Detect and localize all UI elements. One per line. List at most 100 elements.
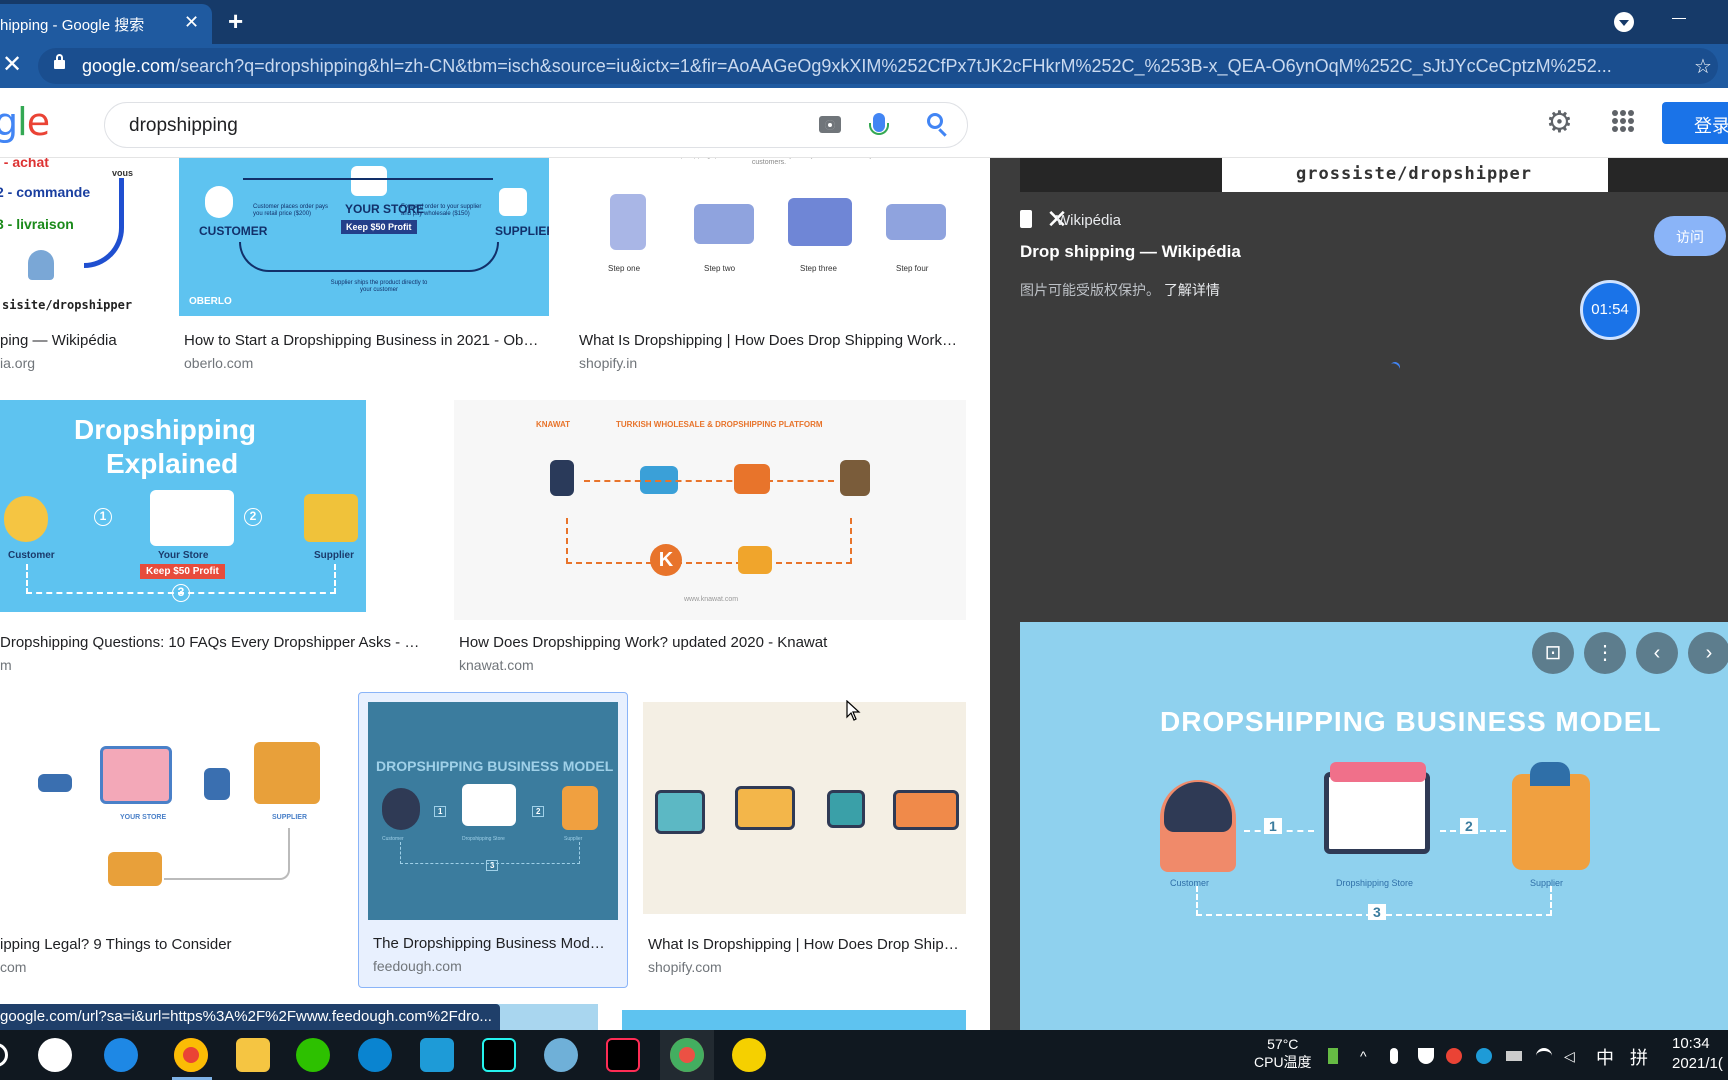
cpu-temp[interactable]: 57°C CPU温度 xyxy=(1254,1035,1312,1071)
result-thumb-3[interactable]: With dropshipping, products are sent dir… xyxy=(574,158,966,320)
new-tab-button[interactable]: + xyxy=(228,6,243,37)
loading-spinner-icon xyxy=(1388,360,1402,374)
preview-label-store: Dropshipping Store xyxy=(1336,878,1414,888)
previous-icon[interactable]: ‹ xyxy=(1636,632,1678,674)
step-four-icon xyxy=(886,204,946,240)
tab-search-icon[interactable] xyxy=(1614,12,1634,32)
result-thumb-10[interactable] xyxy=(622,1010,966,1030)
logo-letter-l: l xyxy=(17,100,28,144)
result-title-7[interactable]: The Dropshipping Business Mod… xyxy=(373,935,619,952)
package-icon xyxy=(827,790,865,828)
panel-site-name[interactable]: Wikipédia xyxy=(1056,212,1121,229)
tiktok-icon[interactable] xyxy=(482,1038,516,1072)
result-title-3[interactable]: What Is Dropshipping | How Does Drop Shi… xyxy=(579,332,961,349)
next-icon[interactable]: › xyxy=(1688,632,1728,674)
clock[interactable]: 10:34 2021/1( xyxy=(1672,1034,1723,1074)
return-loop xyxy=(400,842,580,864)
result-title-2[interactable]: How to Start a Dropshipping Business in … xyxy=(184,332,544,349)
more-icon[interactable]: ⋮ xyxy=(1584,632,1626,674)
search-box[interactable]: dropshipping xyxy=(104,102,968,148)
chrome-icon[interactable] xyxy=(174,1038,208,1072)
image-results: I - achat 2 - commande 3 - livraison vou… xyxy=(0,158,990,1030)
browser-tray-icon[interactable] xyxy=(1476,1048,1492,1064)
copyright-text: 图片可能受版权保护。 xyxy=(1020,282,1160,298)
tab-close-icon[interactable]: ✕ xyxy=(184,12,199,33)
battery-icon[interactable] xyxy=(1328,1048,1338,1064)
app-gear-icon[interactable] xyxy=(544,1038,578,1072)
search-icon[interactable] xyxy=(0,1043,8,1067)
wechat-icon[interactable] xyxy=(296,1038,330,1072)
chevron-up-icon[interactable]: ^ xyxy=(1360,1048,1376,1064)
result-title-4[interactable]: Dropshipping Questions: 10 FAQs Every Dr… xyxy=(0,634,420,651)
diagram-footer: sisite/dropshipper xyxy=(2,298,133,312)
result-title-6[interactable]: ipping Legal? 9 Things to Consider xyxy=(0,936,330,953)
usb-icon[interactable] xyxy=(1506,1051,1522,1061)
visit-button[interactable]: 访问 xyxy=(1654,216,1726,256)
lens-icon[interactable]: ⊡ xyxy=(1532,632,1574,674)
step-num-1: 1 xyxy=(1264,818,1282,834)
preview-image[interactable]: ⊡ ⋮ ‹ › DROPSHIPPING BUSINESS MODEL 1 2 … xyxy=(1020,622,1728,1030)
result-thumb-5[interactable]: KNAWAT TURKISH WHOLESALE & DROPSHIPPING … xyxy=(454,400,966,620)
store-screen xyxy=(100,746,172,804)
supplier-icon xyxy=(499,188,527,216)
mic-icon[interactable] xyxy=(869,113,889,135)
store-icon xyxy=(351,166,387,196)
result-thumb-6[interactable]: YOUR STORE SUPPLIER xyxy=(0,702,344,922)
step-one-label: Step one xyxy=(608,264,641,273)
store-awning xyxy=(1330,762,1426,782)
learn-more-link[interactable]: 了解详情 xyxy=(1164,282,1220,298)
panel-top-image[interactable]: grossiste/dropshipper xyxy=(1222,158,1608,192)
result-thumb-7[interactable]: DROPSHIPPING BUSINESS MODEL 1 2 3 Custom… xyxy=(368,702,618,920)
result-thumb-2[interactable]: CUSTOMER YOUR STORE SUPPLIER Keep $50 Pr… xyxy=(179,158,549,316)
selected-result-card[interactable]: DROPSHIPPING BUSINESS MODEL 1 2 3 Custom… xyxy=(358,692,628,988)
diagram-arrow xyxy=(84,178,124,268)
knawat-header: TURKISH WHOLESALE & DROPSHIPPING PLATFOR… xyxy=(616,420,823,429)
omnibox[interactable]: google.com/search?q=dropshipping&hl=zh-C… xyxy=(38,48,1718,84)
edge-icon[interactable] xyxy=(358,1038,392,1072)
camera-icon[interactable] xyxy=(819,116,841,133)
ie-icon[interactable] xyxy=(104,1038,138,1072)
wifi-icon[interactable] xyxy=(1536,1048,1552,1064)
search-input[interactable]: dropshipping xyxy=(129,115,238,137)
ime-mode[interactable]: 中 xyxy=(1596,1044,1614,1070)
warehouse-icon xyxy=(735,786,795,830)
supplier-figure xyxy=(1512,774,1590,870)
result-thumb-1[interactable]: I - achat 2 - commande 3 - livraison vou… xyxy=(0,158,154,320)
result-thumb-4[interactable]: Dropshipping Explained Customer Your Sto… xyxy=(0,400,366,612)
browser-tab[interactable]: hipping - Google 搜索 ✕ xyxy=(0,4,212,44)
gear-icon[interactable]: ⚙ xyxy=(1546,108,1573,138)
minimize-icon[interactable] xyxy=(1672,18,1686,19)
ime-pinyin[interactable]: 拼 xyxy=(1630,1044,1648,1070)
panel-title[interactable]: Drop shipping — Wikipédia xyxy=(1020,242,1241,262)
result-title-8[interactable]: What Is Dropshipping | How Does Drop Shi… xyxy=(648,936,960,953)
step-one-icon xyxy=(610,194,646,250)
model-title: DROPSHIPPING BUSINESS MODEL xyxy=(376,758,614,774)
browser-q-icon[interactable] xyxy=(420,1038,454,1072)
url-path: /search?q=dropshipping&hl=zh-CN&tbm=isch… xyxy=(175,56,1612,76)
shield-icon[interactable] xyxy=(1418,1048,1434,1064)
chrome-tray-icon[interactable] xyxy=(1446,1048,1462,1064)
music-icon[interactable] xyxy=(732,1038,766,1072)
folder-icon[interactable] xyxy=(236,1038,270,1072)
app-flower-icon[interactable] xyxy=(38,1038,72,1072)
stop-loading-icon[interactable]: ✕ xyxy=(2,50,22,79)
sign-in-button[interactable]: 登录 xyxy=(1662,102,1728,144)
supplier-label: SUPPLIER xyxy=(495,224,549,238)
result-title-5[interactable]: How Does Dropshipping Work? updated 2020… xyxy=(459,634,959,651)
result-thumb-8[interactable] xyxy=(643,702,966,914)
store-icon xyxy=(462,784,516,826)
profit-tag: Keep $50 Profit xyxy=(341,220,417,234)
google-logo[interactable]: gle xyxy=(0,100,50,144)
url-text[interactable]: google.com/search?q=dropshipping&hl=zh-C… xyxy=(82,56,1652,77)
result-title-1[interactable]: ping — Wikipédia xyxy=(0,332,150,349)
speaker-icon[interactable]: ◁ xyxy=(1564,1048,1580,1064)
tiktok-icon-2[interactable] xyxy=(606,1038,640,1072)
supplier-icon xyxy=(840,460,870,496)
explained-title-2: Explained xyxy=(106,448,239,479)
bookmark-star-icon[interactable]: ☆ xyxy=(1694,54,1712,79)
mic-icon[interactable] xyxy=(1390,1048,1398,1064)
apps-grid-icon[interactable] xyxy=(1612,110,1634,132)
timer-badge[interactable]: 01:54 xyxy=(1580,280,1640,340)
search-icon[interactable] xyxy=(927,113,943,129)
lock-icon[interactable] xyxy=(54,54,65,69)
